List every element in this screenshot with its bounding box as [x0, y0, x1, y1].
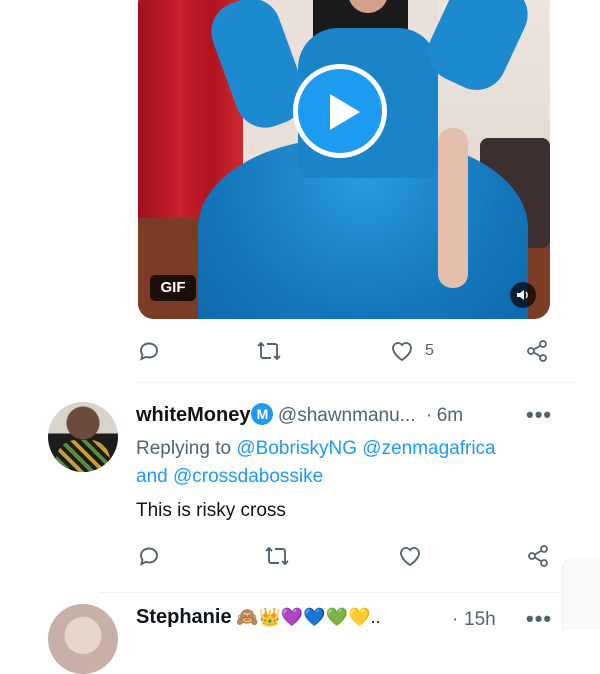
share-icon: [527, 340, 547, 362]
share-button[interactable]: [526, 544, 550, 568]
display-name[interactable]: Stephanie: [136, 606, 232, 628]
retweet-icon: [265, 546, 289, 566]
divider: [100, 592, 575, 593]
like-count: 5: [425, 342, 434, 359]
badge-icon: M: [251, 403, 274, 425]
gif-badge: GIF: [150, 275, 196, 301]
handle[interactable]: @shawnmanu...: [278, 405, 416, 426]
replying-to: Replying to @BobriskyNG @zenmagafrica an…: [136, 435, 566, 491]
name-emojis: 🙈👑💜💙💚💛..: [236, 607, 381, 627]
tweet-header: whiteMoney M @shawnmanu... · 6m: [136, 403, 576, 427]
heart-icon: [392, 342, 412, 362]
more-options-button[interactable]: •••: [526, 606, 552, 632]
play-icon: [330, 94, 360, 130]
share-button[interactable]: [525, 339, 549, 363]
retweet-button[interactable]: [256, 339, 282, 363]
media-arm: [438, 128, 468, 288]
mention-crossdabossike[interactable]: @crossdabossike: [173, 466, 323, 487]
display-name[interactable]: whiteMoney: [136, 404, 250, 426]
like-button[interactable]: 5: [389, 339, 434, 363]
tweet-text: This is risky cross: [136, 500, 286, 521]
and-text[interactable]: and: [136, 466, 168, 487]
reply-icon: [140, 342, 158, 361]
share-icon: [528, 545, 548, 567]
scrollbar[interactable]: [562, 556, 600, 630]
tweet-header: Stephanie 🙈👑💜💙💚💛..: [136, 606, 436, 629]
avatar-stephanie[interactable]: [48, 604, 118, 674]
separator: ·: [425, 405, 433, 426]
divider: [138, 382, 575, 383]
replying-prefix: Replying to: [136, 438, 232, 459]
mention-bobrisky[interactable]: @BobriskyNG: [236, 438, 357, 459]
like-button[interactable]: [397, 544, 423, 568]
more-options-button[interactable]: •••: [526, 402, 552, 428]
play-button[interactable]: [293, 64, 387, 158]
reply-button[interactable]: [137, 544, 161, 568]
heart-icon: [400, 547, 420, 567]
retweet-icon: [257, 341, 281, 361]
timestamp[interactable]: 6m: [437, 405, 463, 426]
gif-media[interactable]: [138, 0, 550, 319]
retweet-button[interactable]: [264, 544, 290, 568]
separator: ·: [452, 609, 459, 630]
avatar-whitemoney[interactable]: [48, 402, 118, 472]
volume-button[interactable]: [510, 282, 536, 308]
volume-icon: [517, 290, 528, 300]
reply-button[interactable]: [137, 339, 161, 363]
timestamp[interactable]: 15h: [464, 609, 496, 631]
reply-icon: [140, 547, 158, 566]
mention-zenmag[interactable]: @zenmagafrica: [362, 438, 495, 459]
